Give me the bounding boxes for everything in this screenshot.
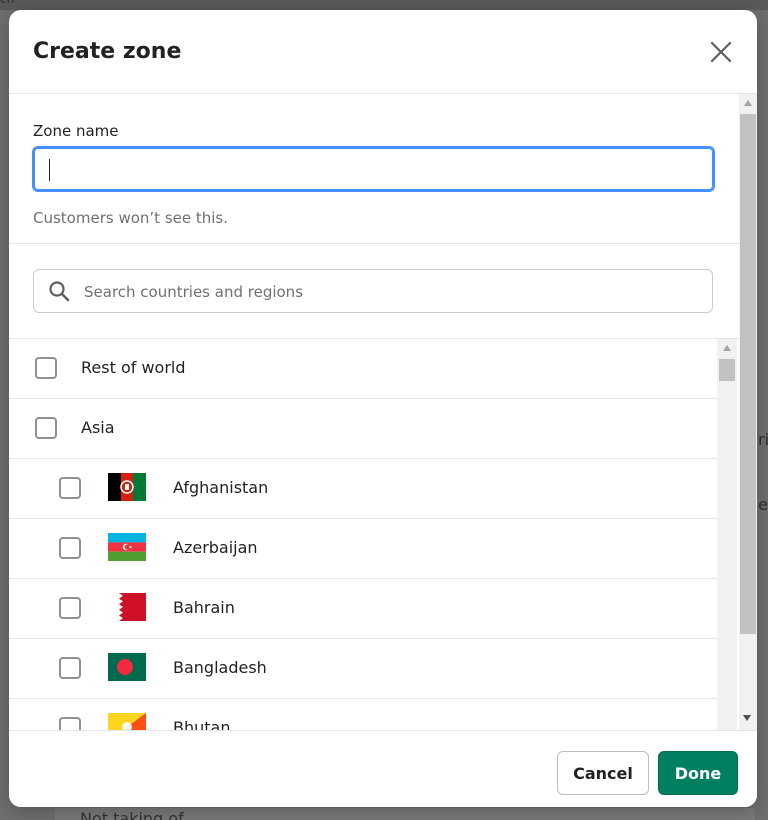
list-item-label: Bahrain [173, 598, 235, 617]
list-item-bahrain[interactable]: Bahrain [9, 579, 717, 639]
checkbox[interactable] [59, 537, 81, 559]
search-box[interactable] [33, 269, 713, 314]
background-fragment: Not taking of [80, 809, 184, 820]
list-item-label: Rest of world [81, 358, 186, 377]
bhutan-flag-icon [108, 713, 146, 730]
list-item-bangladesh[interactable]: Bangladesh [9, 639, 717, 699]
list-item-label: Asia [81, 418, 115, 437]
afghanistan-flag-icon [108, 473, 146, 501]
list-item-label: Azerbaijan [173, 538, 258, 557]
search-icon [49, 281, 70, 302]
checkbox[interactable] [35, 357, 57, 379]
modal-header: Create zone [9, 10, 757, 94]
modal-footer: Cancel Done [9, 730, 757, 807]
zone-name-label: Zone name [33, 122, 119, 140]
search-input[interactable] [82, 270, 706, 314]
list-item-bhutan[interactable]: Bhutan [9, 699, 717, 730]
background-fragment: ch [0, 0, 14, 6]
page-background-top [0, 0, 768, 10]
list-item-asia[interactable]: Asia [9, 399, 717, 459]
modal-body: Zone name Customers won’t see this. Rest… [9, 94, 757, 730]
list-item-label: Afghanistan [173, 478, 269, 497]
text-cursor [49, 159, 50, 181]
close-icon [710, 41, 732, 63]
list-item-rest-of-world[interactable]: Rest of world [9, 339, 717, 399]
list-item-label: Bhutan [173, 718, 231, 730]
background-fragment: e [758, 495, 768, 514]
modal-title: Create zone [33, 39, 182, 64]
checkbox[interactable] [35, 417, 57, 439]
bahrain-flag-icon [108, 593, 146, 621]
list-scrollbar[interactable] [717, 339, 737, 730]
zone-name-section: Zone name Customers won’t see this. [9, 94, 739, 244]
country-list: Rest of world Asia Afghanistan Azerbaija… [9, 339, 739, 730]
list-item-label: Bangladesh [173, 658, 267, 677]
modal-scroll-down-arrow[interactable] [743, 715, 751, 721]
done-button[interactable]: Done [658, 751, 738, 795]
modal-scroll-up-arrow[interactable] [744, 100, 752, 106]
checkbox[interactable] [59, 717, 81, 730]
close-button[interactable] [703, 34, 739, 70]
search-section [9, 244, 739, 339]
zone-name-input[interactable] [32, 146, 715, 192]
bangladesh-flag-icon [108, 653, 146, 681]
list-scrollbar-thumb[interactable] [719, 359, 735, 381]
azerbaijan-flag-icon [108, 533, 146, 561]
create-zone-modal: Create zone Zone name Customers won’t se… [9, 10, 757, 807]
cancel-button[interactable]: Cancel [557, 751, 649, 795]
checkbox[interactable] [59, 657, 81, 679]
zone-name-help-text: Customers won’t see this. [33, 209, 228, 227]
list-item-azerbaijan[interactable]: Azerbaijan [9, 519, 717, 579]
list-scroll-up-arrow[interactable] [723, 345, 731, 351]
checkbox[interactable] [59, 597, 81, 619]
modal-scrollbar-thumb[interactable] [740, 114, 756, 634]
list-item-afghanistan[interactable]: Afghanistan [9, 459, 717, 519]
checkbox[interactable] [59, 477, 81, 499]
background-fragment: ric [758, 430, 768, 449]
